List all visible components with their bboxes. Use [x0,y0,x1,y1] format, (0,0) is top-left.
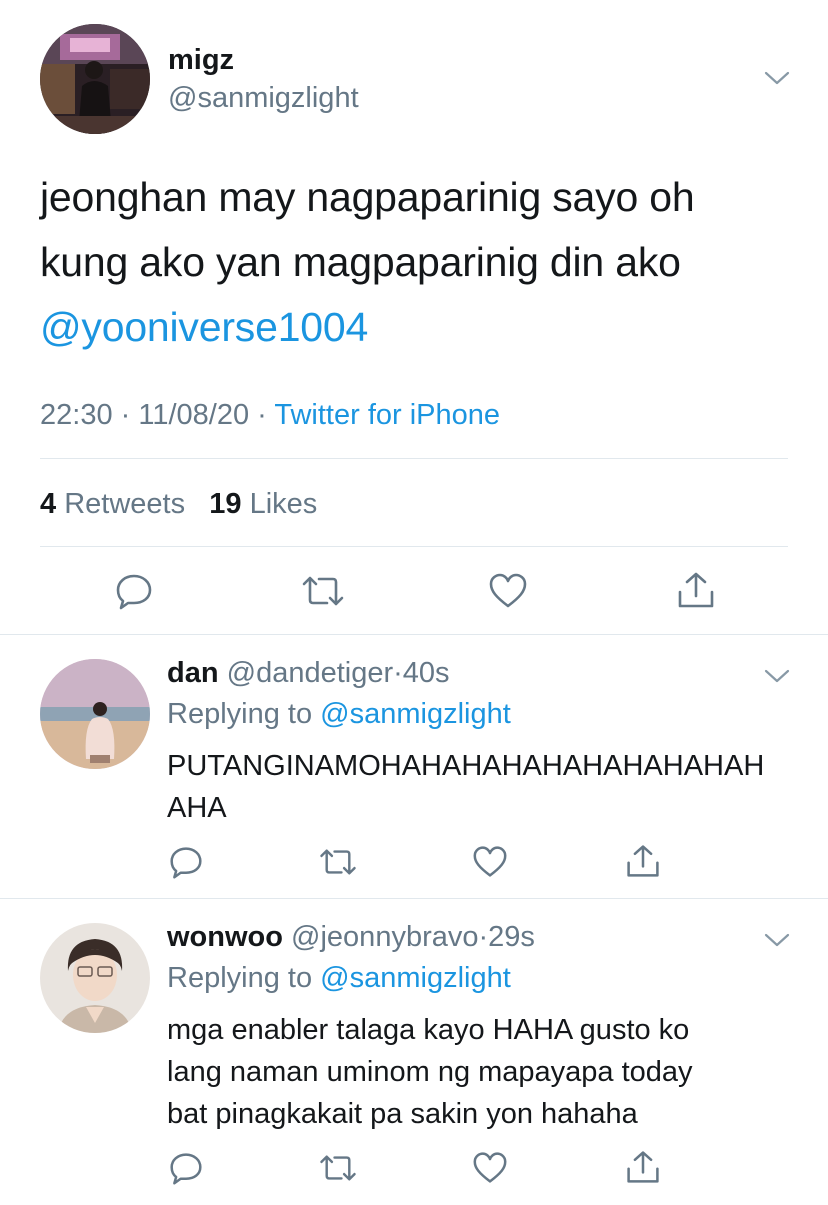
replying-label: Replying to [167,962,313,994]
reply-time: 29s [488,921,535,953]
reply-text-line: mga enabler talaga kayo HAHA gusto ko [167,1014,690,1046]
avatar[interactable] [40,24,150,134]
replying-label: Replying to [167,698,313,730]
reply-text-line: lang naman uminom ng mapayapa today [167,1056,693,1088]
reply-text-line: bat pinagkakait pa sakin yon hahaha [167,1098,638,1130]
reply-text: PUTANGINAMOHAHAHAHAHAHAHAHAHAH AHA [167,745,787,829]
reply-time: 40s [402,657,450,689]
like-icon[interactable] [488,572,528,610]
tweet-text: jeonghan may nagpaparinig sayo oh kung a… [40,165,800,360]
user-handle[interactable]: @jeonnybravo [291,921,478,953]
reply-tweet[interactable]: dan @dandetiger·40s Replying to @sanmigz… [0,635,828,898]
tweet-source-link[interactable]: Twitter for iPhone [274,399,500,431]
display-name[interactable]: dan [167,657,219,689]
user-handle[interactable]: @sanmigzlight [168,80,359,116]
chevron-down-icon[interactable] [763,931,791,949]
replying-mention-link[interactable]: @sanmigzlight [320,698,511,730]
likes-label: Likes [249,488,318,520]
display-name[interactable]: wonwoo [167,921,283,953]
reply-icon[interactable] [168,845,204,879]
likes-stat[interactable]: 19 Likes [209,488,317,520]
retweet-icon[interactable] [300,574,346,608]
main-tweet: migz @sanmigzlight jeonghan may nagpapar… [0,0,828,634]
divider [40,546,788,547]
divider [40,458,788,459]
chevron-down-icon[interactable] [763,667,791,685]
replying-mention-link[interactable]: @sanmigzlight [320,962,511,994]
share-icon[interactable] [676,570,716,610]
replying-to: Replying to @sanmigzlight [167,960,511,996]
mention-link[interactable]: @yooniverse1004 [40,295,800,360]
avatar[interactable] [40,659,150,769]
tweet-text-line: kung ako yan magpaparinig din ako [40,239,681,285]
reply-icon[interactable] [168,1151,204,1185]
retweets-stat[interactable]: 4 Retweets [40,488,185,520]
reply-tweet[interactable]: wonwoo @jeonnybravo·29s Replying to @san… [0,899,828,1205]
retweet-icon[interactable] [318,1153,358,1183]
reply-header: wonwoo @jeonnybravo·29s [167,921,535,953]
reply-text-line: AHA [167,792,227,824]
reply-icon[interactable] [114,572,154,610]
tweet-time: 22:30 [40,399,113,431]
reply-text: mga enabler talaga kayo HAHA gusto ko la… [167,1009,787,1135]
like-icon[interactable] [472,845,508,879]
retweets-label: Retweets [64,488,186,520]
share-icon[interactable] [625,843,661,879]
like-count: 19 [209,488,242,520]
like-icon[interactable] [472,1151,508,1185]
reply-header: dan @dandetiger·40s [167,657,450,689]
retweet-count: 4 [40,488,57,520]
tweet-stats: 4 Retweets 19 Likes [40,485,317,523]
tweet-meta: 22:30 · 11/08/20 · Twitter for iPhone [40,399,501,431]
avatar[interactable] [40,923,150,1033]
display-name[interactable]: migz [168,42,234,78]
user-handle[interactable]: @dandetiger [227,657,394,689]
replying-to: Replying to @sanmigzlight [167,696,511,732]
chevron-down-icon[interactable] [763,69,791,87]
tweet-text-line: jeonghan may nagpaparinig sayo oh [40,174,695,220]
reply-text-line: PUTANGINAMOHAHAHAHAHAHAHAHAHAH [167,750,765,782]
tweet-date: 11/08/20 [138,399,250,431]
share-icon[interactable] [625,1149,661,1185]
retweet-icon[interactable] [318,847,358,877]
